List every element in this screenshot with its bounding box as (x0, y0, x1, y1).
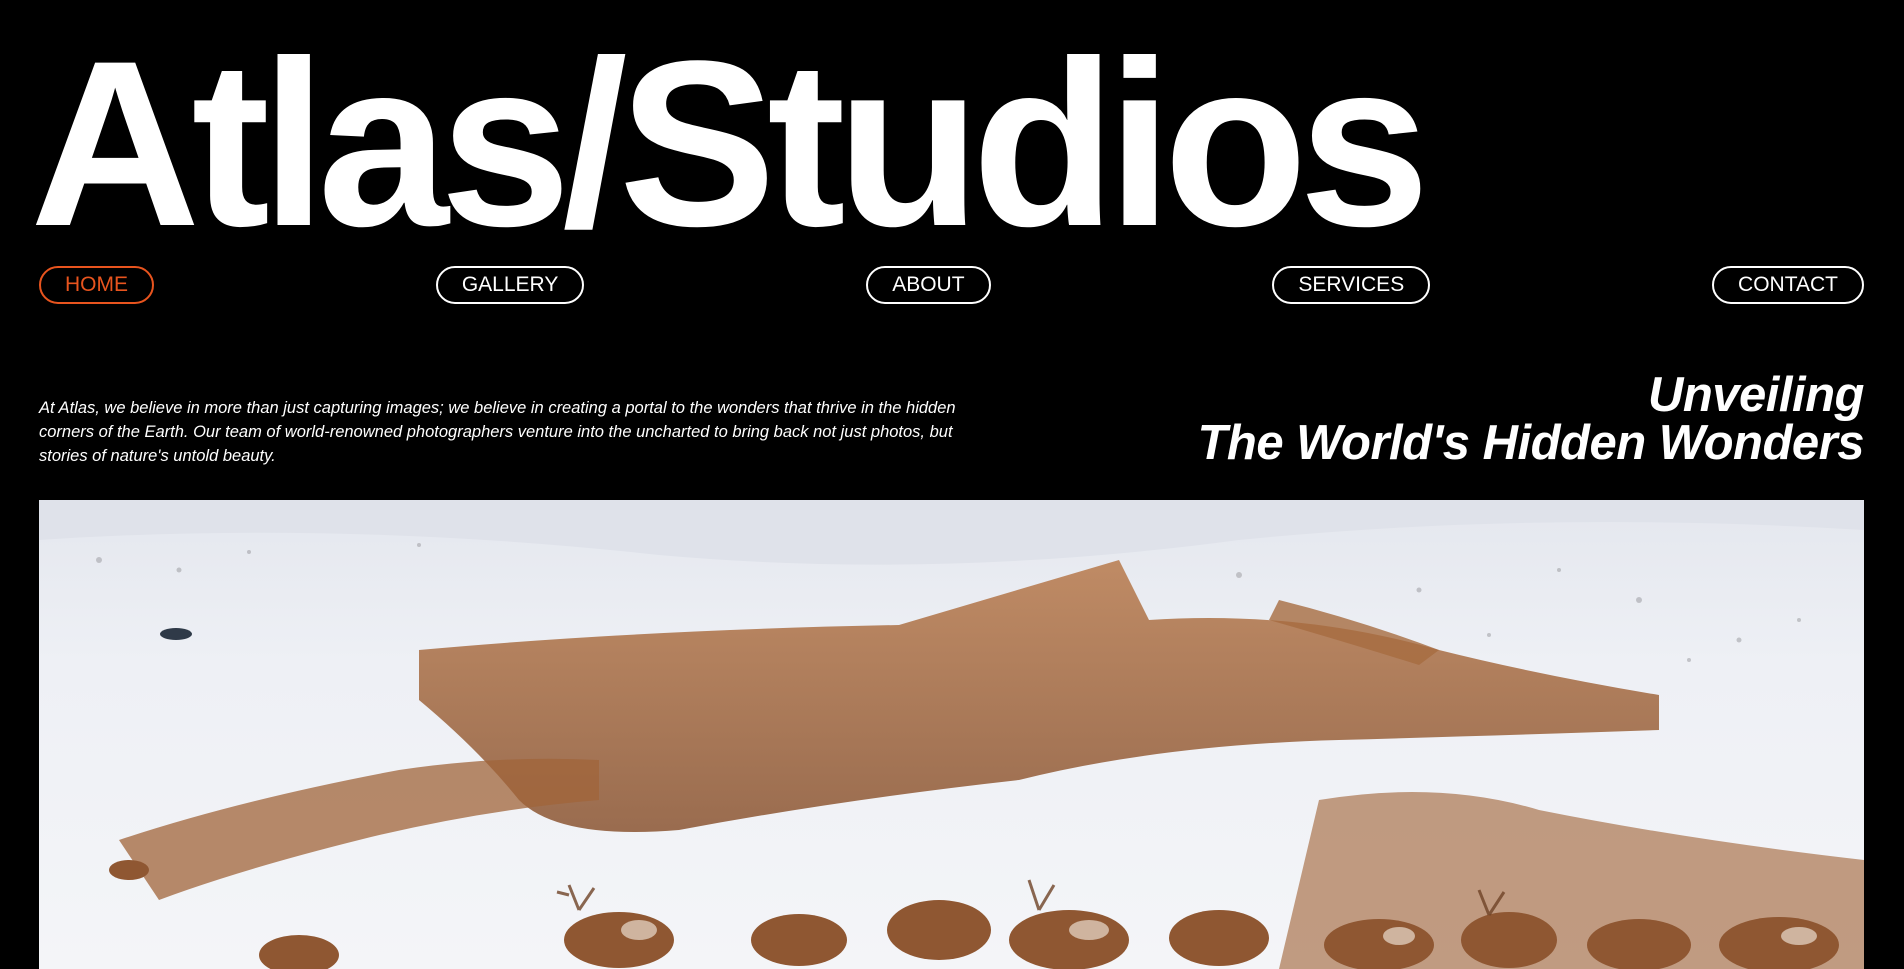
nav-gallery-link[interactable]: GALLERY (435, 266, 585, 304)
hero-headline: Unveiling The World's Hidden Wonders (1197, 368, 1865, 470)
reindeer-herd-photo (39, 500, 1864, 969)
hero-image (39, 500, 1864, 969)
nav-about-link[interactable]: ABOUT (866, 266, 991, 304)
nav-services-link[interactable]: SERVICES (1272, 266, 1431, 304)
nav-home-link[interactable]: HOME (39, 266, 154, 304)
headline-line-1: Unveiling (1647, 368, 1865, 422)
site-logo[interactable]: Atlas/Studios (30, 26, 1430, 262)
intro-paragraph: At Atlas, we believe in more than just c… (39, 399, 956, 465)
main-nav: HOME GALLERY ABOUT SERVICES CONTACT (39, 266, 1864, 304)
headline-line-2: The World's Hidden Wonders (1197, 416, 1864, 470)
nav-contact-link[interactable]: CONTACT (1712, 266, 1864, 304)
